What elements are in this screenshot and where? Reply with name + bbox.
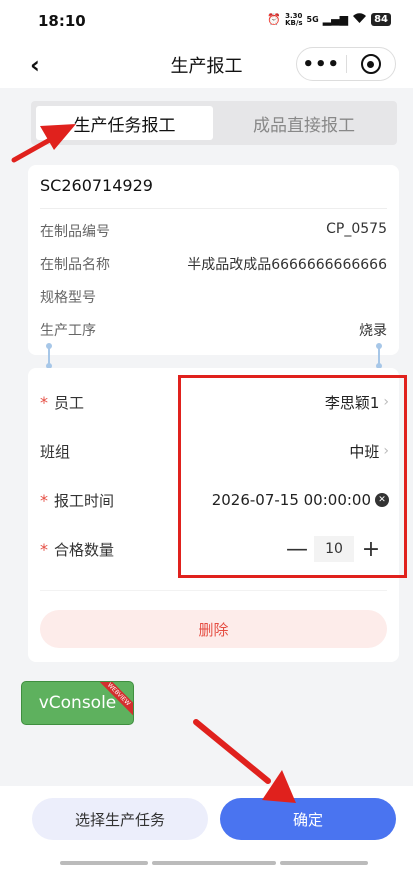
annotation-arrows xyxy=(11,124,296,803)
arrow-to-confirm xyxy=(193,719,296,803)
arrow-to-tab xyxy=(11,124,76,163)
